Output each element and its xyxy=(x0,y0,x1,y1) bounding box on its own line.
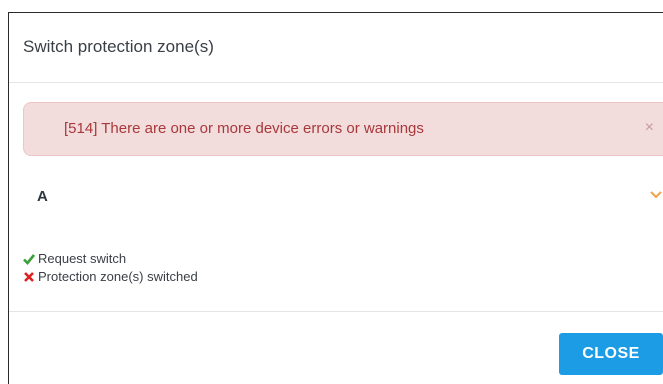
status-list: Request switch Protection zone(s) switch… xyxy=(23,250,198,286)
status-label: Request switch xyxy=(38,251,127,266)
chevron-down-icon[interactable] xyxy=(649,190,663,200)
dialog-title: Switch protection zone(s) xyxy=(23,37,214,56)
error-alert: [514] There are one or more device error… xyxy=(23,102,663,156)
alert-close-icon[interactable]: × xyxy=(645,119,654,137)
alert-message: [514] There are one or more device error… xyxy=(64,120,424,137)
cross-icon xyxy=(24,272,34,282)
check-icon xyxy=(23,254,35,265)
status-item-request-switch: Request switch xyxy=(23,250,198,268)
status-item-protection-zones-switched: Protection zone(s) switched xyxy=(23,268,198,286)
status-label: Protection zone(s) switched xyxy=(38,269,198,284)
switch-protection-zone-dialog: Switch protection zone(s) [514] There ar… xyxy=(8,12,663,384)
protection-zone-row[interactable]: A xyxy=(23,178,663,214)
dialog-header: Switch protection zone(s) xyxy=(9,13,663,83)
zone-label: A xyxy=(37,188,48,205)
footer-divider xyxy=(9,311,663,312)
close-button[interactable]: CLOSE xyxy=(559,333,663,375)
